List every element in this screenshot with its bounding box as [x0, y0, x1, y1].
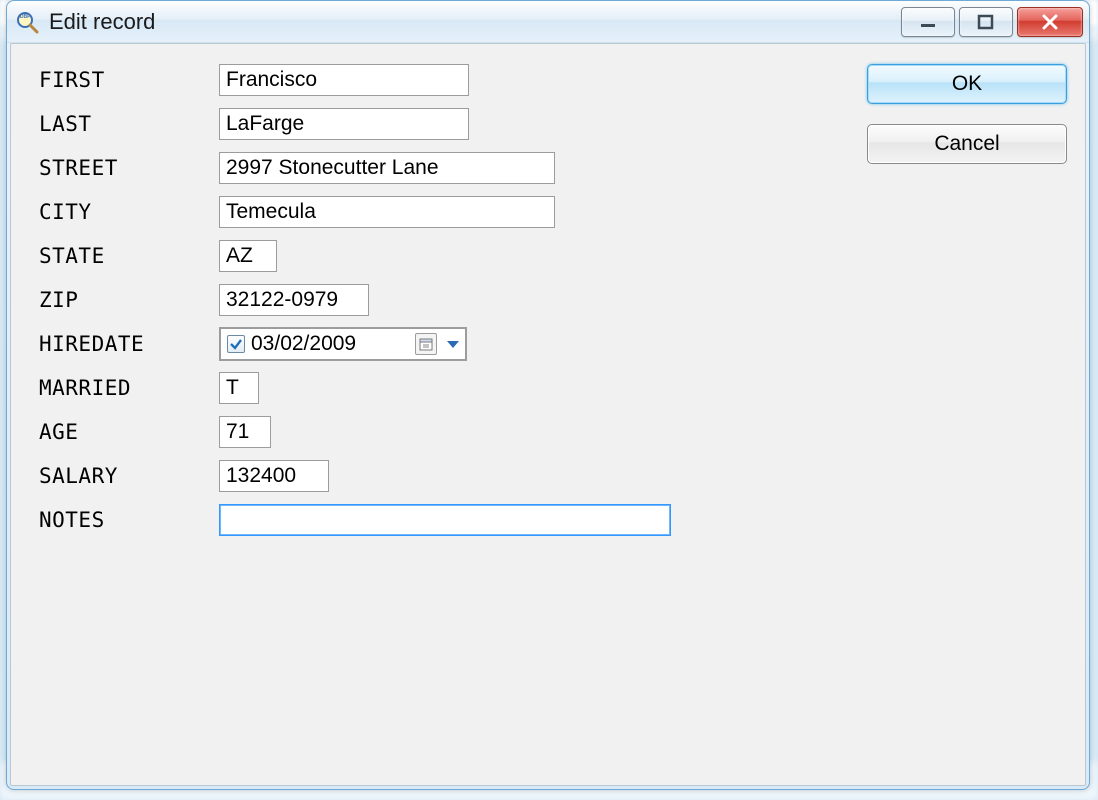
label-age: AGE	[39, 420, 219, 444]
ok-button[interactable]: OK	[867, 64, 1067, 104]
row-zip: ZIP	[39, 282, 847, 318]
label-last: LAST	[39, 112, 219, 136]
button-area: OK Cancel	[847, 62, 1067, 767]
row-notes: NOTES	[39, 502, 847, 538]
label-street: STREET	[39, 156, 219, 180]
row-salary: SALARY	[39, 458, 847, 494]
age-input[interactable]	[219, 416, 271, 448]
dialog-window: DBF Edit record FIRST	[6, 0, 1090, 790]
cancel-button[interactable]: Cancel	[867, 124, 1067, 164]
label-city: CITY	[39, 200, 219, 224]
notes-input[interactable]	[219, 504, 671, 536]
label-salary: SALARY	[39, 464, 219, 488]
close-button[interactable]	[1017, 7, 1083, 37]
street-input[interactable]	[219, 152, 555, 184]
label-married: MARRIED	[39, 376, 219, 400]
titlebar[interactable]: DBF Edit record	[7, 1, 1089, 43]
maximize-button[interactable]	[959, 7, 1013, 37]
zip-input[interactable]	[219, 284, 369, 316]
last-input[interactable]	[219, 108, 469, 140]
calendar-icon[interactable]	[415, 333, 437, 355]
app-icon: DBF	[15, 10, 39, 34]
label-zip: ZIP	[39, 288, 219, 312]
row-last: LAST	[39, 106, 847, 142]
married-input[interactable]	[219, 372, 259, 404]
chevron-down-icon[interactable]	[447, 341, 459, 348]
row-first: FIRST	[39, 62, 847, 98]
svg-text:DBF: DBF	[20, 14, 30, 20]
window-title: Edit record	[49, 9, 897, 35]
minimize-button[interactable]	[901, 7, 955, 37]
label-state: STATE	[39, 244, 219, 268]
row-age: AGE	[39, 414, 847, 450]
client-area: FIRST LAST STREET CITY STATE ZIP	[10, 43, 1086, 786]
window-controls	[897, 7, 1083, 37]
salary-input[interactable]	[219, 460, 329, 492]
row-street: STREET	[39, 150, 847, 186]
city-input[interactable]	[219, 196, 555, 228]
state-input[interactable]	[219, 240, 277, 272]
hiredate-checkbox[interactable]	[227, 335, 245, 353]
label-notes: NOTES	[39, 508, 219, 532]
row-hiredate: HIREDATE 03/02/2009	[39, 326, 847, 362]
hiredate-datepicker[interactable]: 03/02/2009	[219, 327, 467, 361]
label-first: FIRST	[39, 68, 219, 92]
hiredate-value: 03/02/2009	[251, 332, 409, 356]
label-hiredate: HIREDATE	[39, 332, 219, 356]
row-city: CITY	[39, 194, 847, 230]
form-area: FIRST LAST STREET CITY STATE ZIP	[39, 62, 847, 767]
first-input[interactable]	[219, 64, 469, 96]
row-married: MARRIED	[39, 370, 847, 406]
row-state: STATE	[39, 238, 847, 274]
